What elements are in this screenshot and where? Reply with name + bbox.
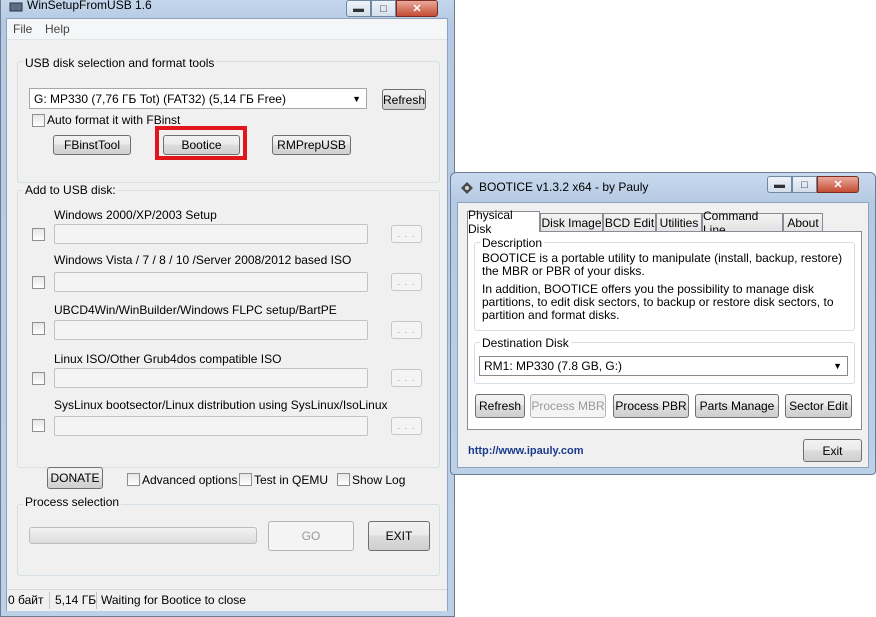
source-checkbox-vista[interactable]: [32, 276, 45, 289]
show-log-label: Show Log: [352, 473, 406, 487]
status-bar: 0 байт 5,14 ГБ Waiting for Bootice to cl…: [7, 589, 447, 611]
advanced-options-label: Advanced options: [142, 473, 238, 487]
sector-edit-button[interactable]: Sector Edit: [785, 394, 852, 418]
tab-command-line[interactable]: Command Line: [702, 209, 783, 237]
status-free-space: 0 байт: [8, 593, 44, 607]
winsetup-client: File Help USB disk selection and format …: [6, 18, 448, 611]
status-divider: [96, 592, 97, 609]
usb-disk-value: G: MP330 (7,76 ГБ Tot) (FAT32) (5,14 ГБ …: [34, 91, 286, 106]
destination-disk-select[interactable]: RM1: MP330 (7.8 GB, G:) ▼: [479, 356, 848, 376]
usb-disk-select[interactable]: G: MP330 (7,76 ГБ Tot) (FAT32) (5,14 ГБ …: [29, 88, 367, 109]
refresh-button[interactable]: Refresh: [382, 89, 426, 110]
website-link[interactable]: http://www.ipauly.com: [468, 445, 584, 457]
bootice-button[interactable]: Bootice: [163, 135, 240, 155]
destination-heading: Destination Disk: [480, 336, 571, 350]
window-controls: ▬ □ ✕: [346, 0, 438, 17]
browse-button-ubcd[interactable]: . . .: [391, 321, 422, 339]
tab-bcd-edit[interactable]: BCD Edit: [603, 213, 656, 231]
add-section-heading: Add to USB disk:: [23, 183, 118, 197]
source-label-syslinux: SysLinux bootsector/Linux distribution u…: [54, 398, 388, 412]
process-pbr-button[interactable]: Process PBR: [613, 394, 689, 418]
source-path-winxp[interactable]: [54, 224, 368, 244]
maximize-button[interactable]: □: [371, 0, 396, 17]
go-button[interactable]: GO: [268, 521, 354, 551]
window-title: WinSetupFromUSB 1.6: [27, 0, 152, 12]
test-qemu-label: Test in QEMU: [254, 473, 329, 487]
source-path-vista[interactable]: [54, 272, 368, 292]
source-path-linux[interactable]: [54, 368, 368, 388]
advanced-options-checkbox[interactable]: [127, 473, 140, 486]
browse-button-linux[interactable]: . . .: [391, 369, 422, 387]
status-divider: [49, 592, 50, 609]
status-size: 5,14 ГБ: [55, 593, 97, 607]
bootice-exit-button[interactable]: Exit: [803, 439, 862, 462]
browse-button-vista[interactable]: . . .: [391, 273, 422, 291]
maximize-button[interactable]: □: [792, 176, 817, 193]
bootice-window-controls: ▬ □ ✕: [767, 176, 859, 193]
app-icon: [9, 1, 23, 12]
browse-button-syslinux[interactable]: . . .: [391, 417, 422, 435]
source-path-syslinux[interactable]: [54, 416, 368, 436]
process-mbr-button[interactable]: Process MBR: [530, 394, 606, 418]
bootice-window: BOOTICE v1.3.2 x64 - by Pauly ▬ □ ✕ Phys…: [450, 172, 876, 475]
source-checkbox-ubcd[interactable]: [32, 322, 45, 335]
chevron-down-icon: ▼: [352, 93, 361, 104]
source-label-vista: Windows Vista / 7 / 8 / 10 /Server 2008/…: [54, 253, 352, 267]
bootice-title: BOOTICE v1.3.2 x64 - by Pauly: [479, 180, 649, 194]
donate-button[interactable]: DONATE: [47, 467, 103, 489]
tab-utilities[interactable]: Utilities: [656, 213, 702, 231]
tab-physical-disk[interactable]: Physical Disk: [467, 208, 540, 236]
auto-format-checkbox[interactable]: [32, 114, 45, 127]
description-text-2: In addition, BOOTICE offers you the poss…: [482, 282, 834, 322]
source-checkbox-syslinux[interactable]: [32, 419, 45, 432]
bootice-refresh-button[interactable]: Refresh: [475, 394, 525, 418]
fbinsttool-button[interactable]: FBinstTool: [53, 135, 131, 155]
destination-disk-value: RM1: MP330 (7.8 GB, G:): [484, 359, 623, 373]
description-text-1: BOOTICE is a portable utility to manipul…: [482, 251, 843, 278]
minimize-button[interactable]: ▬: [346, 0, 371, 17]
status-message: Waiting for Bootice to close: [101, 593, 246, 607]
close-button[interactable]: ✕: [817, 176, 859, 193]
minimize-button[interactable]: ▬: [767, 176, 792, 193]
source-checkbox-winxp[interactable]: [32, 228, 45, 241]
description-heading: Description: [480, 236, 545, 250]
source-checkbox-linux[interactable]: [32, 372, 45, 385]
show-log-checkbox[interactable]: [337, 473, 350, 486]
parts-manage-button[interactable]: Parts Manage: [695, 394, 779, 418]
chevron-down-icon: ▼: [833, 361, 842, 371]
source-label-linux: Linux ISO/Other Grub4dos compatible ISO: [54, 352, 282, 366]
progress-bar: [29, 527, 257, 544]
usb-section-heading: USB disk selection and format tools: [23, 56, 217, 70]
bootice-client: Physical Disk Disk Image BCD Edit Utilit…: [457, 202, 869, 468]
source-path-ubcd[interactable]: [54, 320, 368, 340]
process-section-heading: Process selection: [23, 495, 122, 509]
test-qemu-checkbox[interactable]: [239, 473, 252, 486]
exit-button[interactable]: EXIT: [368, 521, 430, 551]
close-button[interactable]: ✕: [396, 0, 438, 17]
source-label-ubcd: UBCD4Win/WinBuilder/Windows FLPC setup/B…: [54, 303, 337, 317]
menu-help[interactable]: Help: [45, 22, 70, 36]
auto-format-label: Auto format it with FBinst: [47, 113, 181, 127]
menu-file[interactable]: File: [13, 22, 32, 36]
tab-about[interactable]: About: [783, 213, 823, 231]
bootice-app-icon: [460, 181, 474, 195]
tab-disk-image[interactable]: Disk Image: [540, 213, 603, 231]
browse-button-winxp[interactable]: . . .: [391, 225, 422, 243]
source-label-winxp: Windows 2000/XP/2003 Setup: [54, 208, 217, 222]
menu-bar: File Help: [7, 19, 447, 40]
rmprepusb-button[interactable]: RMPrepUSB: [272, 135, 351, 155]
